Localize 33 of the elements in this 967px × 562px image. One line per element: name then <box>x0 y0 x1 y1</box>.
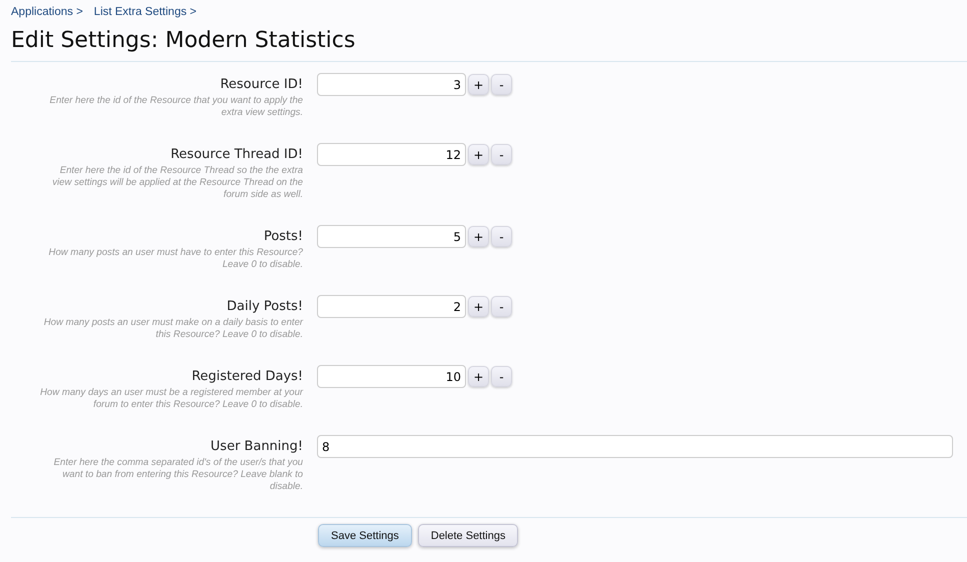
number-field[interactable]: 10 <box>317 365 466 388</box>
field-label: Daily Posts! <box>226 298 303 315</box>
save-button[interactable]: Save Settings <box>318 524 412 547</box>
field-hint: How many days an user must be a registered member at your forum to enter this Resource? Leave 0 to disable. <box>40 387 303 411</box>
decrement-button[interactable]: - <box>491 74 512 95</box>
number-field[interactable]: 12 <box>317 143 466 166</box>
breadcrumb-link[interactable]: Applications > <box>11 6 83 18</box>
number-field[interactable]: 5 <box>317 225 466 248</box>
decrement-button[interactable]: - <box>491 366 512 387</box>
increment-button[interactable]: + <box>468 226 489 247</box>
decrement-button[interactable]: - <box>491 144 512 165</box>
field-label: Resource ID! <box>220 76 303 93</box>
field-label: User Banning! <box>210 438 303 455</box>
page-title: Edit Settings: Modern Statistics <box>11 27 356 55</box>
increment-button[interactable]: + <box>468 144 489 165</box>
breadcrumb-link[interactable]: List Extra Settings > <box>94 6 197 18</box>
number-field[interactable]: 2 <box>317 295 466 318</box>
increment-button[interactable]: + <box>468 366 489 387</box>
number-field[interactable]: 3 <box>317 73 466 96</box>
increment-button[interactable]: + <box>468 74 489 95</box>
decrement-button[interactable]: - <box>491 226 512 247</box>
field-hint: Enter here the id of the Resource that you want to apply the extra view settings. <box>48 95 303 119</box>
field-hint: Enter here the id of the Resource Thread so the the extra view settings will be applied at the Resource Thread on the forum side as well. <box>51 165 303 201</box>
field-label: Posts! <box>264 228 303 245</box>
field-hint: Enter here the comma separated id's of the user/s that you want to ban from entering this Resource? Leave blank to disable. <box>52 457 303 493</box>
field-label: Resource Thread ID! <box>170 146 303 163</box>
delete-button[interactable]: Delete Settings <box>418 524 518 547</box>
field-hint: How many posts an user must make on a daily basis to enter this Resource? Leave 0 to disable. <box>42 317 303 341</box>
text-field[interactable]: 8 <box>317 435 953 458</box>
increment-button[interactable]: + <box>468 296 489 317</box>
field-label: Registered Days! <box>192 368 303 385</box>
field-hint: How many posts an user must have to enter this Resource? Leave 0 to disable. <box>48 247 303 271</box>
decrement-button[interactable]: - <box>491 296 512 317</box>
